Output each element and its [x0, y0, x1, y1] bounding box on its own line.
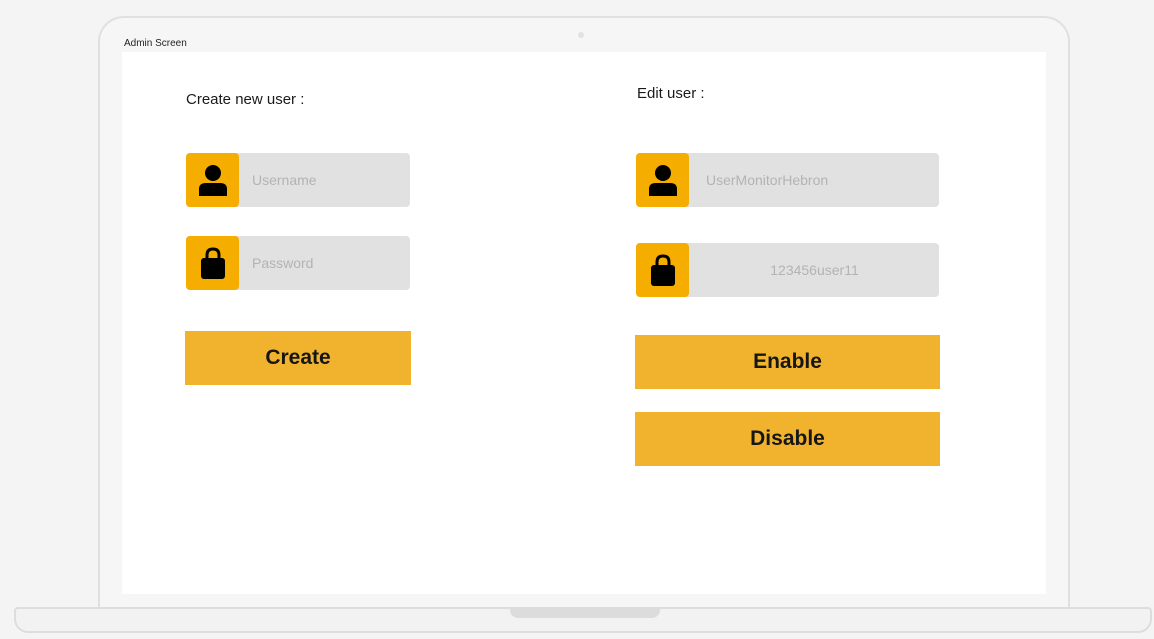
create-username-input[interactable]: [252, 153, 402, 207]
window-title: Admin Screen: [124, 38, 187, 49]
lock-icon: [636, 243, 689, 297]
laptop-screen: [122, 52, 1046, 594]
create-password-field: [186, 236, 410, 290]
laptop-base-notch: [510, 609, 660, 618]
disable-button[interactable]: Disable: [635, 412, 940, 466]
create-user-heading: Create new user :: [186, 91, 305, 108]
create-password-input[interactable]: [252, 236, 402, 290]
enable-button[interactable]: Enable: [635, 335, 940, 389]
lock-icon: [186, 236, 239, 290]
user-icon: [186, 153, 239, 207]
edit-password-field: [636, 243, 939, 297]
edit-password-input[interactable]: [696, 243, 933, 297]
user-icon: [636, 153, 689, 207]
edit-user-heading: Edit user :: [637, 85, 705, 102]
create-username-field: [186, 153, 410, 207]
edit-username-field: [636, 153, 939, 207]
camera-dot: [578, 32, 584, 38]
edit-username-input[interactable]: [706, 153, 931, 207]
create-button[interactable]: Create: [185, 331, 411, 385]
